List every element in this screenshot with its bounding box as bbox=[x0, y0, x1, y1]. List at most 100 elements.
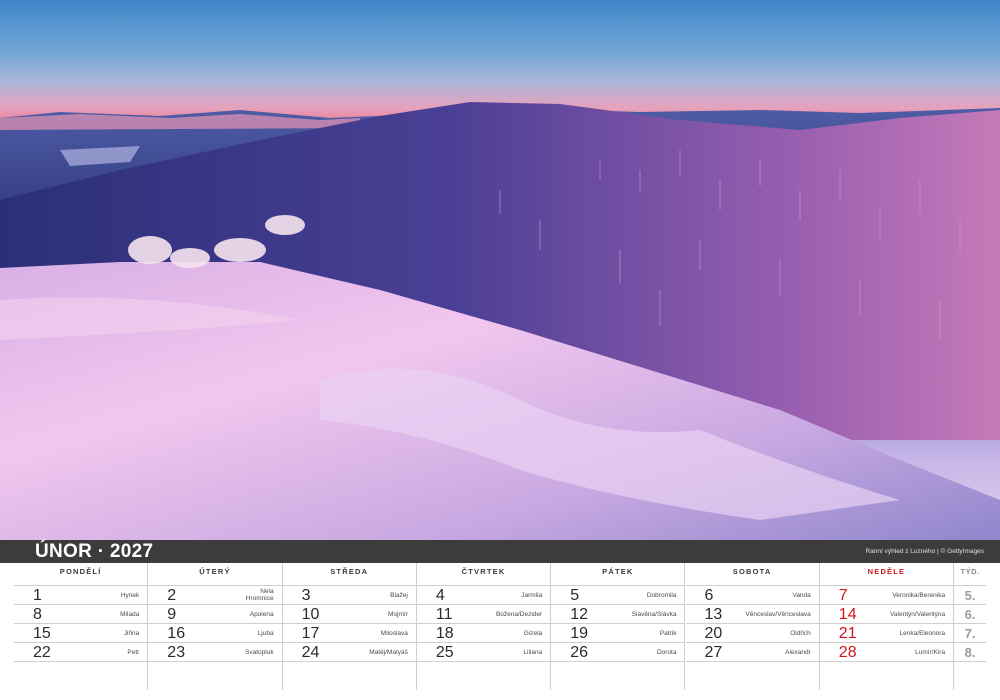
day-number: 5 bbox=[570, 587, 580, 604]
day-number: 1 bbox=[33, 587, 42, 604]
nameday-label: Petr bbox=[127, 649, 140, 656]
weekday-header: NEDĚLE bbox=[867, 567, 906, 576]
day-number: 14 bbox=[838, 606, 857, 623]
weekday-header: ČTVRTEK bbox=[461, 567, 506, 576]
photo-credit: Ranní výhled z Luzného | © GettyImages bbox=[865, 548, 985, 555]
day-number: 3 bbox=[301, 587, 311, 604]
day-number: 21 bbox=[838, 625, 857, 642]
day-number: 15 bbox=[33, 625, 51, 642]
row-divider bbox=[148, 661, 282, 662]
day-cell: 4 Jarmila bbox=[416, 585, 551, 604]
nameday-label: Nela Hromnice bbox=[246, 588, 274, 602]
week-number-column: TÝD. 5. 6. 7. 8. bbox=[954, 563, 986, 690]
row-divider bbox=[282, 661, 416, 662]
nameday-label: Matěj/Matyáš bbox=[369, 649, 408, 656]
weekday-header: SOBOTA bbox=[732, 567, 772, 576]
nameday-label: Oldřich bbox=[790, 630, 811, 637]
week-cell: 7. bbox=[954, 623, 986, 642]
nameday-label: Veronika/Berenika bbox=[892, 592, 946, 599]
nameday-label: Jarmila bbox=[521, 592, 543, 599]
day-cell: 13 Věnceslav/Věnceslava bbox=[685, 604, 819, 623]
day-cell: 3 Blažej bbox=[282, 585, 416, 604]
day-cell: 20 Oldřich bbox=[685, 623, 819, 642]
winter-landscape-image bbox=[0, 102, 1000, 540]
day-number: 12 bbox=[570, 606, 588, 623]
nameday-label: Hynek bbox=[120, 592, 140, 599]
day-cell: 9 Apolena bbox=[148, 604, 282, 623]
nameday-label: Mojmír bbox=[388, 611, 408, 618]
day-number: 11 bbox=[435, 606, 453, 623]
row-divider bbox=[416, 661, 551, 662]
row-divider bbox=[685, 661, 819, 662]
nameday-label: Patrik bbox=[659, 630, 677, 637]
week-header: TÝD. bbox=[960, 567, 980, 576]
day-cell: 27 Alexandr bbox=[685, 642, 819, 661]
nameday-label: Alexandr bbox=[785, 649, 811, 656]
nameday-label: Svatopluk bbox=[245, 649, 274, 656]
day-number: 17 bbox=[301, 625, 320, 642]
day-column-7: NEDĚLE 7 Veronika/Berenika 14 Valentýn/Valen… bbox=[819, 563, 955, 690]
nameday-label: Liliana bbox=[523, 649, 543, 656]
row-divider bbox=[819, 661, 954, 662]
day-number: 2 bbox=[167, 587, 177, 604]
nameday-label: Věnceslav/Věnceslava bbox=[745, 611, 811, 618]
day-column-3: STŘEDA 3 Blažej 10 Mojmír 17 Miloslava 24 Matěj/… bbox=[282, 563, 417, 690]
day-number: 20 bbox=[704, 625, 723, 642]
day-number: 6 bbox=[704, 587, 714, 604]
nameday-label: Lenka/Eleonora bbox=[899, 630, 946, 637]
day-number: 26 bbox=[570, 644, 588, 661]
nameday-label: Dobromila bbox=[646, 592, 677, 599]
day-cell: 12 Slavěna/Slávka bbox=[551, 604, 685, 623]
day-cell: 7 Veronika/Berenika bbox=[819, 585, 954, 604]
day-cell: 5 Dobromila bbox=[551, 585, 685, 604]
day-number: 25 bbox=[435, 644, 454, 661]
week-cell: 8. bbox=[954, 642, 986, 661]
day-number: 18 bbox=[435, 625, 454, 642]
day-number: 22 bbox=[33, 644, 51, 661]
day-cell: 17 Miloslava bbox=[282, 623, 416, 642]
day-number: 24 bbox=[301, 644, 320, 661]
day-number: 8 bbox=[33, 606, 42, 623]
day-number: 7 bbox=[838, 587, 848, 604]
nameday-line-1: Nela bbox=[260, 588, 274, 595]
day-number: 9 bbox=[167, 606, 177, 623]
day-cell: 16 Ljuba bbox=[148, 623, 282, 642]
month-header-bar: ÚNOR · 2027 Ranní výhled z Luzného | © G… bbox=[0, 540, 1000, 563]
week-number: 6. bbox=[964, 607, 976, 622]
weekday-header: ÚTERÝ bbox=[199, 567, 231, 576]
day-column-4: ČTVRTEK 4 Jarmila 11 Božena/Dezider 18 Gizela 2… bbox=[416, 563, 552, 690]
nameday-label: Miloslava bbox=[380, 630, 408, 637]
nameday-label: Gizela bbox=[523, 630, 543, 637]
weekday-header: STŘEDA bbox=[330, 567, 369, 576]
day-cell: 6 Vanda bbox=[685, 585, 819, 604]
day-cell: 14 Valentýn/Valentýna bbox=[819, 604, 954, 623]
day-cell: 11 Božena/Dezider bbox=[416, 604, 551, 623]
day-cell: 21 Lenka/Eleonora bbox=[819, 623, 954, 642]
week-number: 7. bbox=[964, 626, 976, 641]
day-cell: 28 Lumír/Kira bbox=[819, 642, 954, 661]
day-column-6: SOBOTA 6 Vanda 13 Věnceslav/Věnceslava 20 Oldř… bbox=[685, 563, 820, 690]
row-divider bbox=[14, 661, 148, 662]
day-cell: 15 Jiřina bbox=[14, 623, 148, 642]
day-cell: 10 Mojmír bbox=[282, 604, 416, 623]
day-column-5: PÁTEK 5 Dobromila 12 Slavěna/Slávka 19 Patrik 2… bbox=[551, 563, 686, 690]
day-cell: 23 Svatopluk bbox=[148, 642, 282, 661]
day-cell: 25 Liliana bbox=[416, 642, 551, 661]
day-column-1: PONDĚLÍ 1 Hynek 8 Milada 15 Jiřina 22 Petr bbox=[14, 563, 149, 690]
day-number: 27 bbox=[704, 644, 723, 661]
day-cell: 24 Matěj/Matyáš bbox=[282, 642, 416, 661]
calendar-grid: PONDĚLÍ 1 Hynek 8 Milada 15 Jiřina 22 Petr ÚTERÝ 2… bbox=[14, 563, 986, 700]
nameday-label: Slavěna/Slávka bbox=[631, 611, 677, 618]
day-number: 4 bbox=[435, 587, 445, 604]
row-divider bbox=[551, 661, 685, 662]
day-cell: 26 Dorota bbox=[551, 642, 685, 661]
day-cell: 8 Milada bbox=[14, 604, 148, 623]
day-cell: 19 Patrik bbox=[551, 623, 685, 642]
nameday-label: Jiřina bbox=[123, 630, 140, 637]
week-cell: 6. bbox=[954, 604, 986, 623]
day-cell: 1 Hynek bbox=[14, 585, 148, 604]
day-number: 23 bbox=[167, 644, 186, 661]
day-number: 10 bbox=[301, 606, 320, 623]
nameday-label: Božena/Dezider bbox=[495, 611, 543, 618]
nameday-label: Valentýn/Valentýna bbox=[890, 611, 946, 618]
